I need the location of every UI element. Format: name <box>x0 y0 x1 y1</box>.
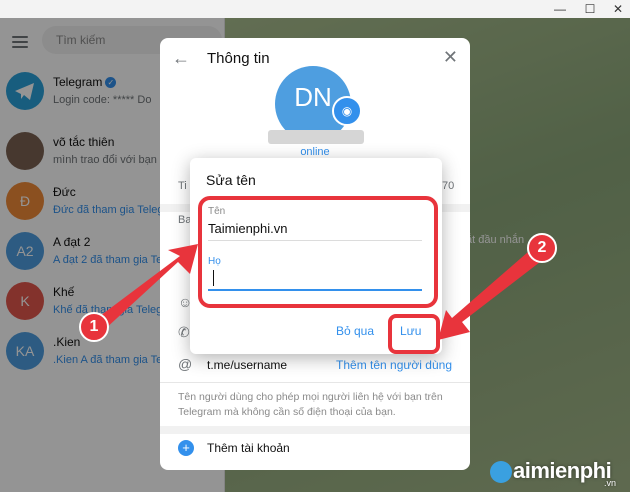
watermark-tld: .vn <box>604 478 617 488</box>
watermark-logo: aimienphi <box>490 458 612 484</box>
annotation-badge-2: 2 <box>527 233 557 263</box>
watermark-brand: aimienphi <box>513 458 612 483</box>
logo-mark-icon <box>490 461 512 484</box>
arrow-1 <box>92 244 198 330</box>
annotation-badge-1: 1 <box>79 312 109 342</box>
arrow-2 <box>438 252 540 340</box>
